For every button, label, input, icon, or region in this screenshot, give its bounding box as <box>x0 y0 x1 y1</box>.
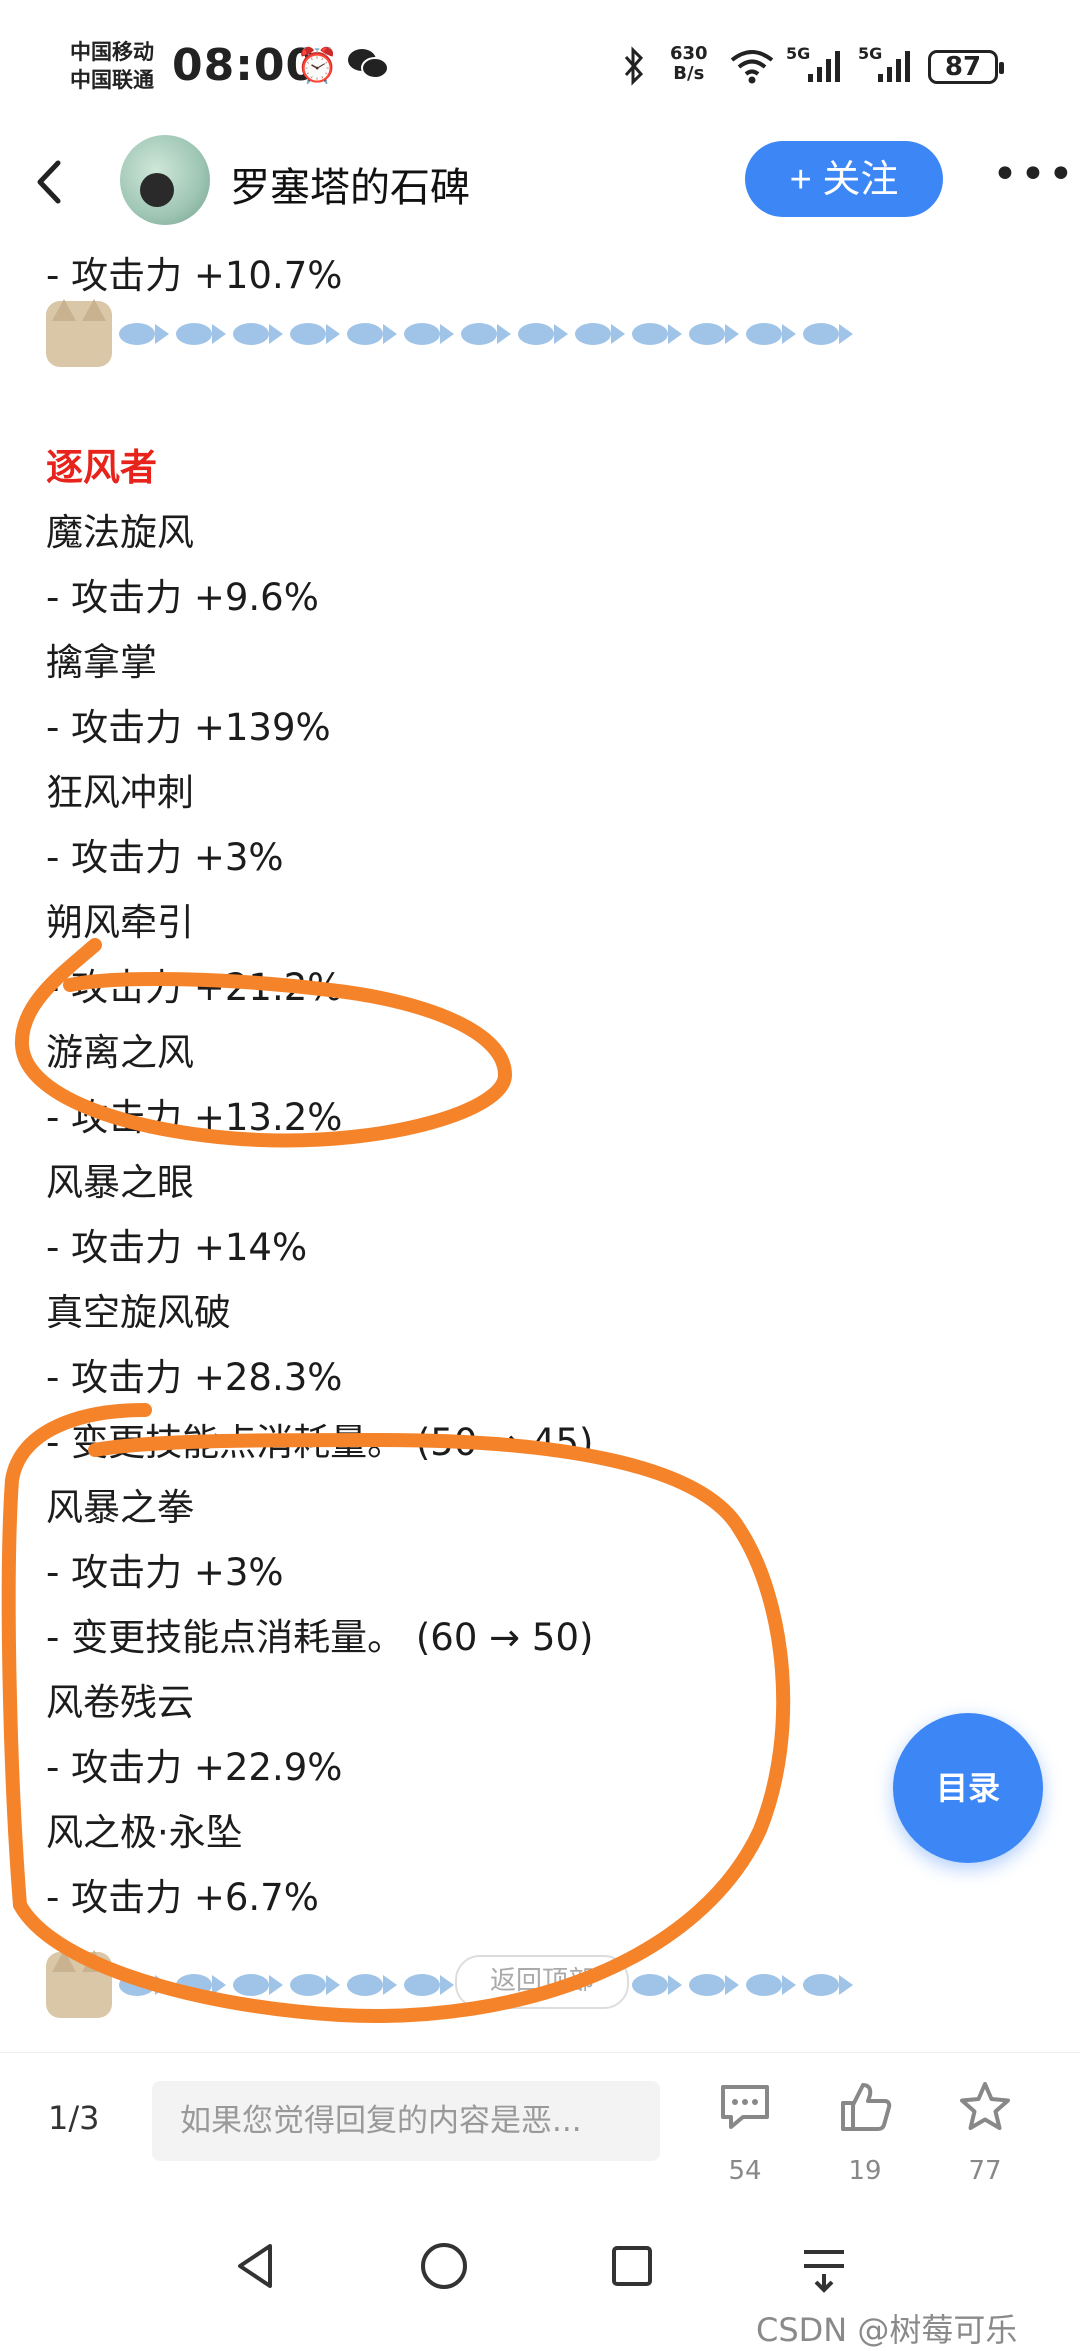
like-button[interactable]: 19 <box>820 2079 910 2186</box>
skill-change: - 攻击力 +9.6% <box>46 576 319 619</box>
cat-emoji-icon <box>46 1950 112 2018</box>
avatar[interactable] <box>120 135 210 225</box>
fish-emoji-icon <box>347 319 397 349</box>
skill-name: 风暴之眼 <box>46 1161 194 1204</box>
author-name[interactable]: 罗塞塔的石碑 <box>230 155 470 213</box>
skill-change: - 攻击力 +3% <box>46 1551 284 1594</box>
list-item: - 攻击力 +10.7% <box>46 254 343 297</box>
fish-emoji-icon <box>119 319 169 349</box>
skill-change: - 攻击力 +3% <box>46 836 284 879</box>
fish-emoji-icon <box>176 319 226 349</box>
signal-icon-2 <box>876 46 916 95</box>
fish-emoji-icon <box>404 319 454 349</box>
skill-name: 风卷残云 <box>46 1681 194 1724</box>
skill-change: - 变更技能点消耗量。 (60 → 50) <box>46 1616 594 1659</box>
carrier-1: 中国移动 <box>70 40 154 64</box>
comments-button[interactable]: 54 <box>700 2079 790 2186</box>
nav-menu-icon[interactable] <box>796 2238 852 2308</box>
fish-emoji-icon <box>518 319 568 349</box>
skill-name: 魔法旋风 <box>46 511 194 554</box>
fish-emoji-icon <box>290 319 340 349</box>
more-options-icon[interactable]: ••• <box>992 149 1076 200</box>
skill-change: - 攻击力 +22.9% <box>46 1746 343 1789</box>
fish-emoji-icon <box>290 1970 340 2000</box>
skill-change: - 变更技能点消耗量。 (50 → 45) <box>46 1421 594 1464</box>
bluetooth-icon <box>622 46 646 95</box>
back-button[interactable] <box>34 157 74 217</box>
fish-emoji-icon <box>746 1970 796 2000</box>
battery-indicator: 87 <box>928 50 1004 84</box>
skill-name: 狂风冲刺 <box>46 771 194 814</box>
skill-change: - 攻击力 +28.3% <box>46 1356 343 1399</box>
skill-name: 朔风牵引 <box>46 901 194 944</box>
comment-icon <box>700 2079 790 2148</box>
fish-emoji-icon <box>347 1970 397 2000</box>
carrier-info: 中国移动 中国联通 <box>70 38 154 94</box>
emoji-divider <box>46 1950 853 2020</box>
skill-name: 风暴之拳 <box>46 1486 194 1529</box>
favorite-button[interactable]: 77 <box>940 2079 1030 2186</box>
fish-emoji-icon <box>404 1970 454 2000</box>
fish-emoji-icon <box>689 1970 739 2000</box>
comments-count: 54 <box>728 2156 762 2186</box>
table-of-contents-button[interactable]: 目录 <box>893 1713 1043 1863</box>
nav-home-icon[interactable] <box>416 2238 472 2308</box>
fish-emoji-icon <box>689 319 739 349</box>
wechat-icon <box>346 46 390 91</box>
fish-emoji-icon <box>575 319 625 349</box>
fish-emoji-icon <box>632 1970 682 2000</box>
watermark: CSDN @树莓可乐 <box>756 2311 1018 2349</box>
fish-emoji-icon <box>632 319 682 349</box>
skill-change: - 攻击力 +14% <box>46 1226 308 1269</box>
wifi-icon <box>728 46 776 95</box>
section-title: 逐风者 <box>46 446 157 489</box>
fish-emoji-icon <box>233 319 283 349</box>
likes-count: 19 <box>848 2156 882 2186</box>
skill-name: 风之极·永坠 <box>46 1811 243 1854</box>
nav-recents-icon[interactable] <box>604 2238 660 2308</box>
follow-button[interactable]: + 关注 <box>745 141 943 217</box>
favorites-count: 77 <box>968 2156 1002 2186</box>
skill-name: 游离之风 <box>46 1031 194 1074</box>
fish-emoji-icon <box>746 319 796 349</box>
nav-back-icon[interactable] <box>228 2238 284 2308</box>
status-bar: 中国移动 中国联通 08:00 ⏰ 630 B/s 5G 5G 87 <box>0 0 1080 135</box>
page-indicator[interactable]: 1/3 <box>48 2099 100 2137</box>
fish-emoji-icon <box>233 1970 283 2000</box>
skill-change: - 攻击力 +21.2% <box>46 966 343 1009</box>
fish-emoji-icon <box>803 1970 853 2000</box>
thumbs-up-icon <box>820 2079 910 2148</box>
skill-name: 真空旋风破 <box>46 1291 231 1334</box>
skill-change: - 攻击力 +139% <box>46 706 331 749</box>
fish-emoji-icon <box>461 319 511 349</box>
skill-change: - 攻击力 +6.7% <box>46 1876 319 1919</box>
fish-emoji-icon <box>803 319 853 349</box>
network-speed: 630 B/s <box>670 43 708 84</box>
alarm-icon: ⏰ <box>296 46 339 86</box>
cat-emoji-icon <box>46 299 112 367</box>
carrier-2: 中国联通 <box>70 68 154 92</box>
reply-input[interactable]: 如果您觉得回复的内容是恶... <box>152 2081 660 2161</box>
skill-change: - 攻击力 +13.2% <box>46 1096 343 1139</box>
skill-name: 擒拿掌 <box>46 641 157 684</box>
star-icon <box>940 2079 1030 2148</box>
back-to-top-button[interactable]: 返回顶部 <box>455 1955 629 2009</box>
emoji-divider <box>46 299 853 369</box>
fish-emoji-icon <box>119 1970 169 2000</box>
signal-icon-1 <box>806 46 846 95</box>
fish-emoji-icon <box>176 1970 226 2000</box>
bottom-action-bar: 1/3 如果您觉得回复的内容是恶... 54 19 77 <box>0 2052 1080 2203</box>
